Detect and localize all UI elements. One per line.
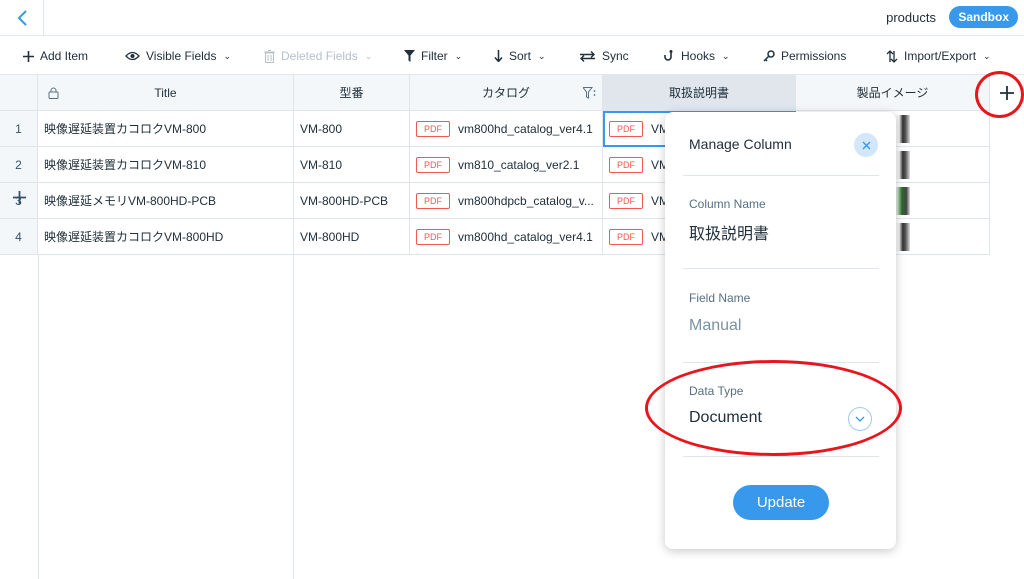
divider (683, 456, 879, 457)
column-name-label: Column Name (689, 197, 766, 211)
sync-label: Sync (602, 49, 629, 63)
file-name: vm800hdpcb_catalog_v... (458, 193, 594, 208)
pdf-badge: PDF (416, 120, 450, 137)
collection-name: products (886, 10, 936, 25)
column-header-product-image[interactable]: 製品イメージ (796, 75, 990, 111)
import-export-button[interactable]: Import/Export ⌄ (886, 37, 991, 75)
top-bar: products Sandbox (0, 0, 1024, 36)
cell-model[interactable]: VM-800HD-PCB (294, 183, 410, 219)
pdf-badge: PDF (416, 228, 450, 245)
visible-fields-label: Visible Fields (146, 49, 217, 63)
add-row-button[interactable] (0, 179, 38, 215)
filter-label: Filter (421, 49, 448, 63)
filter-icon[interactable] (583, 87, 596, 99)
hooks-label: Hooks (681, 49, 716, 63)
column-header-catalog[interactable]: カタログ (410, 75, 603, 111)
cell-catalog[interactable]: PDF vm810_catalog_ver2.1 (410, 147, 603, 183)
column-name-field[interactable]: 取扱説明書 (689, 220, 769, 244)
deleted-fields-label: Deleted Fields (281, 49, 358, 63)
visible-fields-button[interactable]: Visible Fields ⌄ (125, 37, 231, 75)
close-button[interactable] (854, 133, 878, 157)
permissions-label: Permissions (781, 49, 847, 63)
sort-label: Sort (509, 49, 532, 63)
eye-icon (125, 51, 140, 61)
column-header-label: Title (154, 85, 177, 100)
permissions-button[interactable]: Permissions (763, 37, 846, 75)
sort-button[interactable]: Sort ⌄ (494, 37, 546, 75)
deleted-fields-button[interactable]: Deleted Fields ⌄ (264, 37, 372, 75)
add-item-label: Add Item (40, 49, 89, 63)
cell-catalog[interactable]: PDF vm800hdpcb_catalog_v... (410, 183, 603, 219)
back-button[interactable] (0, 0, 44, 36)
plus-icon (12, 190, 26, 204)
column-divider (38, 255, 39, 579)
cell-model[interactable]: VM-810 (294, 147, 410, 183)
row-number[interactable]: 1 (0, 111, 38, 147)
chevron-down-icon: ⌄ (223, 50, 232, 61)
cell-model[interactable]: VM-800HD (294, 219, 410, 255)
chevron-left-icon (17, 10, 27, 26)
pdf-badge: PDF (609, 120, 643, 137)
cell-catalog[interactable]: PDF vm800hd_catalog_ver4.1 (410, 111, 603, 147)
column-header-label: 取扱説明書 (668, 86, 729, 100)
import-export-icon (886, 49, 898, 63)
divider (683, 175, 879, 176)
pdf-badge: PDF (416, 156, 450, 173)
annotation-circle-data-type (645, 360, 902, 456)
toolbar: Add Item Visible Fields ⌄ Deleted Fields… (0, 37, 1024, 75)
column-header-label: 製品イメージ (856, 86, 929, 100)
field-name-label: Field Name (689, 291, 751, 305)
cell-catalog[interactable]: PDF vm800hd_catalog_ver4.1 (410, 219, 603, 255)
annotation-circle-add-column (975, 71, 1024, 118)
sync-arrows-icon (580, 50, 595, 62)
column-header-manual[interactable]: 取扱説明書 (603, 75, 796, 111)
hook-icon (664, 49, 673, 61)
column-header-label: カタログ (481, 86, 530, 100)
hooks-button[interactable]: Hooks ⌄ (664, 37, 730, 75)
trash-icon (264, 49, 275, 63)
filter-button[interactable]: Filter ⌄ (404, 37, 462, 75)
cell-title[interactable]: 映像遅延メモリVM-800HD-PCB (38, 183, 294, 219)
row-number[interactable]: 2 (0, 147, 38, 183)
close-icon (862, 141, 870, 149)
chevron-down-icon: ⌄ (722, 50, 730, 61)
add-item-button[interactable]: Add Item (23, 37, 88, 75)
sandbox-badge[interactable]: Sandbox (949, 6, 1018, 28)
column-divider (293, 255, 294, 579)
update-button[interactable]: Update (733, 485, 829, 520)
import-export-label: Import/Export (904, 49, 977, 63)
file-name: vm810_catalog_ver2.1 (458, 157, 580, 172)
row-number-header (0, 75, 38, 111)
chevron-down-icon: ⌄ (454, 50, 463, 61)
chevron-down-icon: ⌄ (538, 50, 546, 61)
sync-button[interactable]: Sync (579, 37, 629, 75)
sort-arrow-icon (494, 50, 503, 62)
file-name: vm800hd_catalog_ver4.1 (458, 121, 593, 136)
cell-model[interactable]: VM-800 (294, 111, 410, 147)
field-name-value: Manual (689, 317, 742, 334)
panel-title: Manage Column (689, 136, 792, 152)
column-header-model[interactable]: 型番 (294, 75, 410, 111)
file-name: vm800hd_catalog_ver4.1 (458, 229, 593, 244)
manage-column-panel: Manage Column Column Name 取扱説明書 Field Na… (665, 112, 896, 549)
cell-title[interactable]: 映像遅延装置カコロクVM-800 (38, 111, 294, 147)
row-number[interactable]: 4 (0, 219, 38, 255)
divider (683, 268, 879, 269)
filter-icon (404, 50, 415, 62)
column-header-label: 型番 (339, 86, 364, 100)
pdf-badge: PDF (416, 192, 450, 209)
column-header-title[interactable]: Title (38, 75, 294, 111)
key-icon (763, 50, 775, 62)
lock-icon (48, 87, 59, 99)
pdf-badge: PDF (609, 228, 643, 245)
pdf-badge: PDF (609, 156, 643, 173)
chevron-down-icon: ⌄ (983, 50, 991, 61)
plus-icon (23, 50, 34, 62)
chevron-down-icon: ⌄ (364, 50, 373, 61)
pdf-badge: PDF (609, 192, 643, 209)
cell-title[interactable]: 映像遅延装置カコロクVM-810 (38, 147, 294, 183)
cell-title[interactable]: 映像遅延装置カコロクVM-800HD (38, 219, 294, 255)
